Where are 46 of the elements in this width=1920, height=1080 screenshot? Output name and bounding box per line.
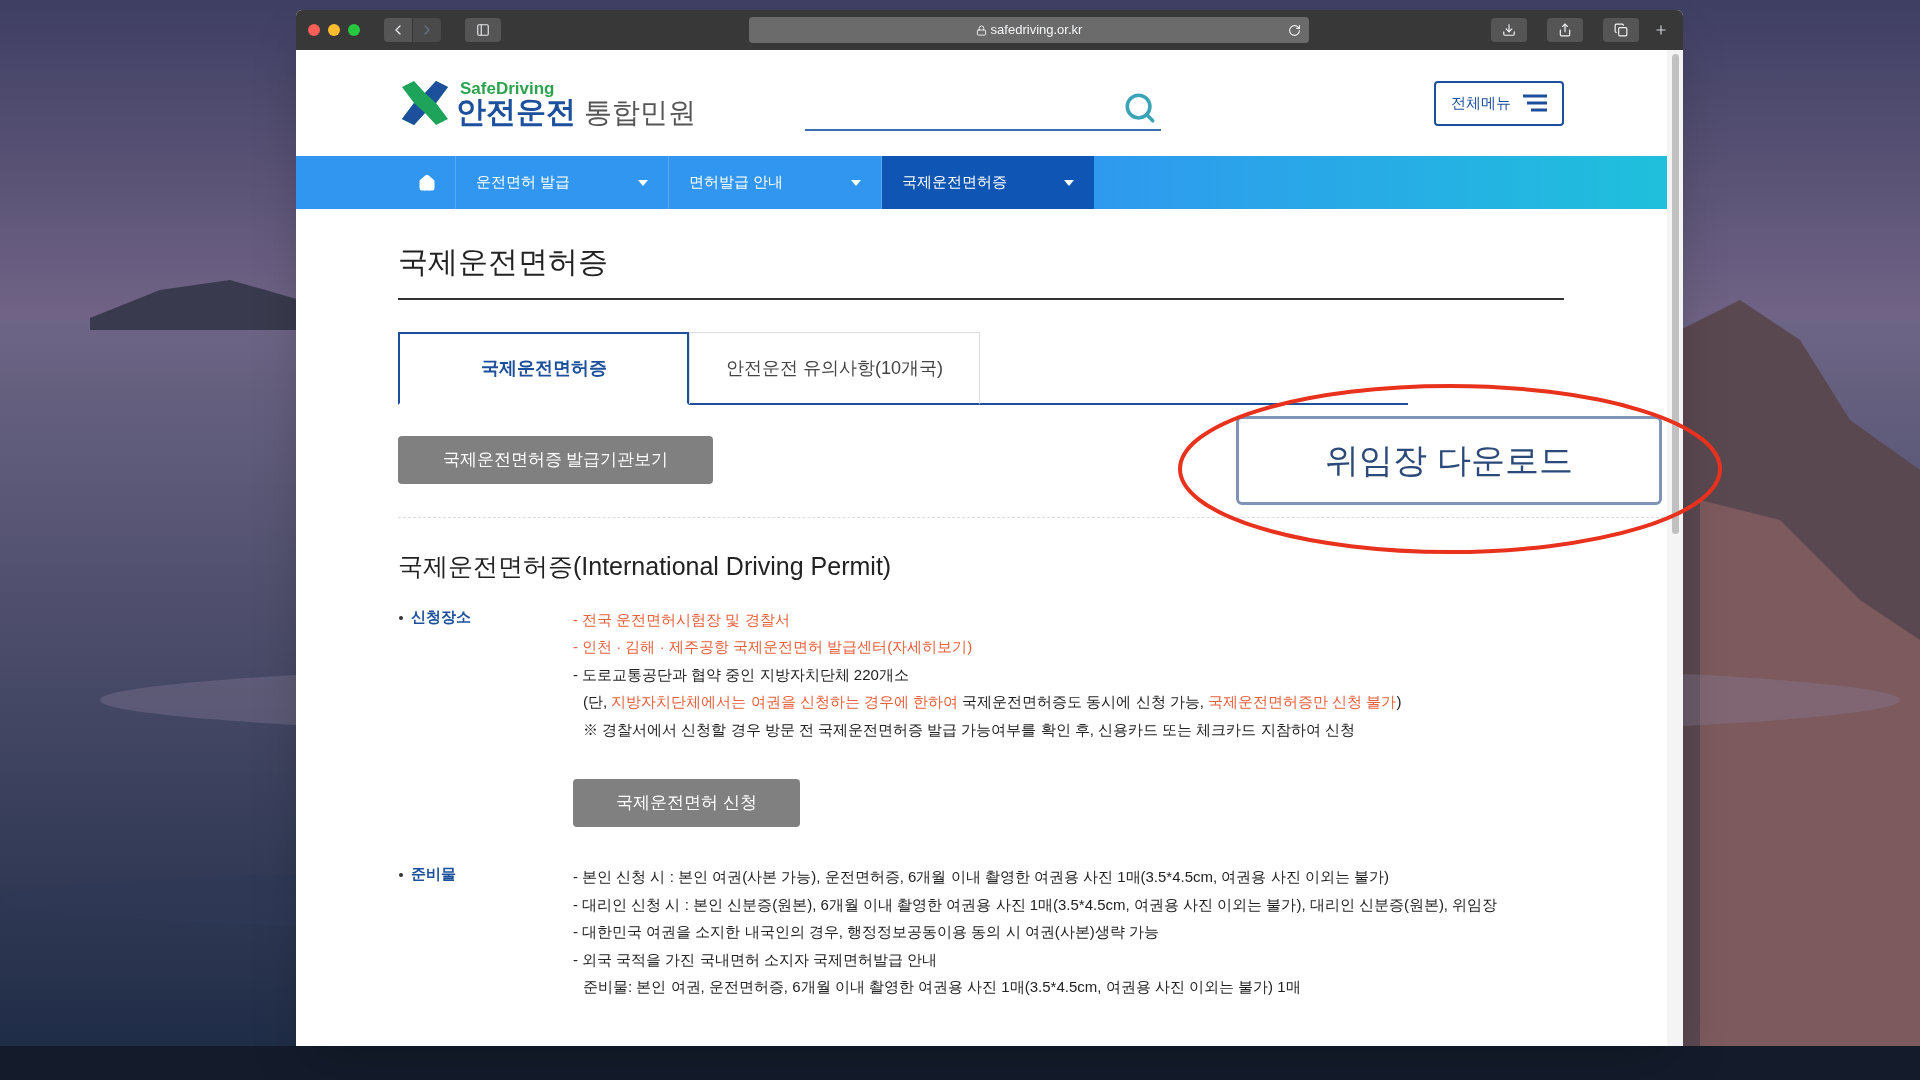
address-bar[interactable]: safedriving.or.kr xyxy=(749,17,1309,43)
apply-button[interactable]: 국제운전면허 신청 xyxy=(573,779,800,827)
caret-icon xyxy=(1064,179,1074,186)
tab[interactable]: 안전운전 유의사항(10개국) xyxy=(689,332,980,405)
info-line: - 인천 · 김해 · 제주공항 국제운전면허 발급센터(자세히보기) xyxy=(573,637,974,657)
back-button[interactable] xyxy=(384,18,412,42)
nav-item[interactable]: 국제운전면허증 xyxy=(881,156,1094,209)
tab[interactable]: 국제운전면허증 xyxy=(398,332,689,405)
info-line: 준비물: 본인 여권, 운전면허증, 6개월 이내 촬영한 여권용 사진 1매(3.5*4.5cm, 여권용 사진 이외는 불가) 1매 xyxy=(582,977,1302,997)
download-icon xyxy=(1502,23,1516,37)
caret-icon xyxy=(638,179,648,186)
home-icon xyxy=(417,173,436,192)
menu-icon xyxy=(1523,94,1547,112)
plus-icon xyxy=(1654,23,1668,37)
issuer-button[interactable]: 국제운전면허증 발급기관보기 xyxy=(398,436,713,484)
info-line: - 전국 운전면허시험장 및 경찰서 xyxy=(573,609,791,630)
tabs-icon xyxy=(1614,23,1628,37)
sidebar-button[interactable] xyxy=(465,18,501,42)
downloads-button[interactable] xyxy=(1491,18,1527,42)
section-label: 신청장소 xyxy=(411,606,471,627)
logo-title: 안전운전 xyxy=(456,96,576,127)
sidebar-icon xyxy=(476,23,490,37)
menu-button[interactable]: 전체메뉴 xyxy=(1434,80,1564,126)
info-line: (단, 지방자치단체에서는 여권을 신청하는 경우에 한하여 국제운전면허증도 동시에 신청 가능, 국제운전면허증만 신청 불가) xyxy=(582,692,1402,712)
info-line: ※ 경찰서에서 신청할 경우 방문 전 국제운전면허증 발급 가능여부를 확인 후, 신용카드 또는 체크카드 지참하여 신청 xyxy=(582,719,1356,740)
lock-icon xyxy=(975,24,987,36)
section-heading: 국제운전면허증(International Driving Permit) xyxy=(398,551,893,582)
caret-icon xyxy=(851,179,861,186)
logo-text: SafeDriving xyxy=(460,79,555,97)
bullet-icon xyxy=(399,873,403,877)
reload-icon[interactable] xyxy=(1288,23,1301,37)
info-line: - 본인 신청 시 : 본인 여권(사본 가능), 운전면허증, 6개월 이내 촬영한 여권용 사진 1매(3.5*4.5cm, 여권용 사진 이외는 불가) xyxy=(573,867,1390,887)
page-title: 국제운전면허증 xyxy=(398,209,1564,300)
share-icon xyxy=(1558,23,1572,37)
logo-subtitle: 통합민원 xyxy=(584,98,696,127)
share-button[interactable] xyxy=(1547,18,1583,42)
info-line: - 도로교통공단과 협약 중인 지방자치단체 220개소 xyxy=(573,664,910,685)
info-line: - 대리인 신청 시 : 본인 신분증(원본), 6개월 이내 촬영한 여권용 사진 1매(3.5*4.5cm, 여권용 사진 이외는 불가), 대리인 신분증(원본), 위임장 xyxy=(573,894,1498,915)
info-line: - 대한민국 여권을 소지한 내국인의 경우, 행정정보공동이용 동의 시 여권(사본)생략 가능 xyxy=(573,922,1160,942)
tabs-button[interactable] xyxy=(1603,18,1639,42)
section-label: 준비물 xyxy=(411,864,456,884)
download-button[interactable]: 위임장 다운로드 xyxy=(1236,416,1662,505)
url-text: safedriving.or.kr xyxy=(990,21,1083,40)
search-icon[interactable] xyxy=(1123,91,1157,125)
info-line: - 외국 국적을 가진 국내면허 소지자 국제면허발급 안내 xyxy=(573,949,939,970)
bullet-icon xyxy=(399,615,403,620)
